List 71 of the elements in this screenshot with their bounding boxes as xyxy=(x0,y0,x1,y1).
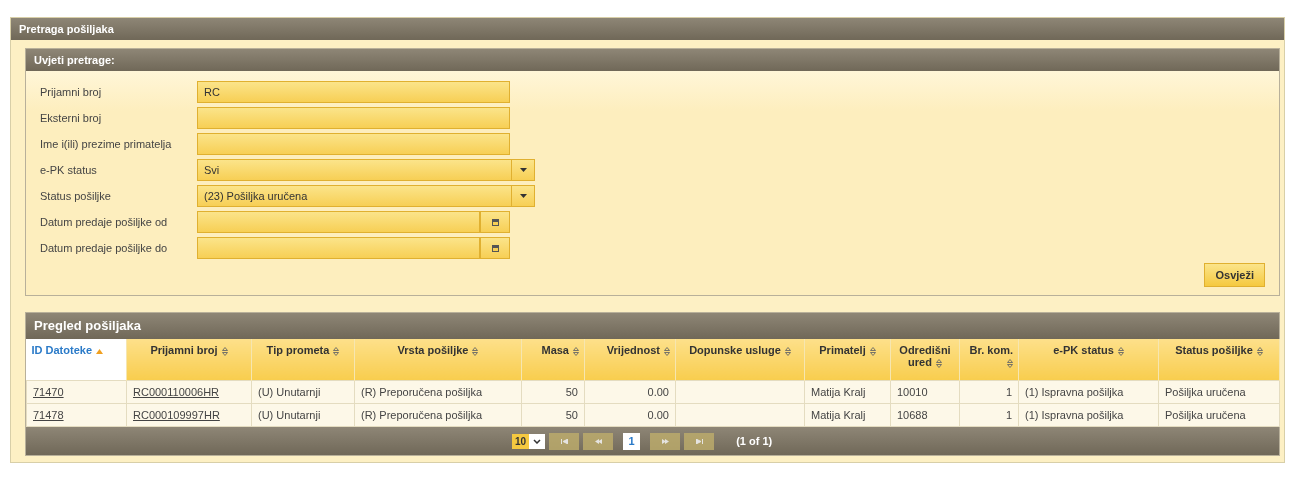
field-label: Datum predaje pošiljke od xyxy=(40,216,169,228)
field-label: Ime i(ili) prezime primatelja xyxy=(40,138,173,150)
row-link[interactable]: RC000110006HR xyxy=(133,386,220,398)
table-cell: 10010 xyxy=(890,380,960,404)
calendar-button[interactable] xyxy=(480,237,510,259)
sort-icon xyxy=(1007,358,1013,368)
table-cell: 1 xyxy=(959,380,1019,404)
page-summary: (1 of 1) xyxy=(736,435,773,447)
sort-icon xyxy=(333,346,340,356)
previous-page-icon xyxy=(594,438,602,444)
calendar-button[interactable] xyxy=(480,211,510,233)
table-cell: (1) Ispravna pošiljka xyxy=(1018,380,1159,404)
column-header[interactable]: Odredišni ured xyxy=(890,339,960,381)
field-label: Status pošiljke xyxy=(40,190,112,202)
column-header[interactable]: Dopunske usluge xyxy=(675,339,805,381)
row-link[interactable]: 71470 xyxy=(33,386,64,398)
column-header[interactable]: Prijamni broj xyxy=(126,339,252,381)
sort-icon xyxy=(869,346,876,356)
column-header[interactable]: Status pošiljke xyxy=(1158,339,1280,381)
sort-icon xyxy=(573,346,579,356)
column-header[interactable]: e-PK status xyxy=(1018,339,1159,381)
column-header[interactable]: Masa xyxy=(521,339,585,381)
sort-icon xyxy=(221,346,228,356)
sort-icon xyxy=(664,346,670,356)
row-link[interactable]: RC000109997HR xyxy=(133,409,220,421)
sort-icon xyxy=(472,346,479,356)
first-page-icon xyxy=(560,438,568,444)
input-field[interactable]: RC xyxy=(197,81,510,103)
dropdown[interactable]: Svi xyxy=(197,159,535,181)
criteria-title: Uvjeti pretrage: xyxy=(26,49,1279,71)
table-cell: (R) Preporučena pošiljka xyxy=(354,403,522,427)
table-cell: (R) Preporučena pošiljka xyxy=(354,380,522,404)
page-button[interactable]: 1 xyxy=(623,432,641,450)
column-header[interactable]: Vrsta pošiljke xyxy=(354,339,522,381)
field-label: Datum predaje pošiljke do xyxy=(40,242,169,254)
column-header[interactable]: ID Datoteke xyxy=(26,339,127,381)
column-header[interactable]: Tip prometa xyxy=(251,339,355,381)
sort-icon xyxy=(935,358,942,368)
table-cell: 50 xyxy=(521,380,585,404)
column-header[interactable]: Vrijednost xyxy=(584,339,676,381)
table-cell: Pošiljka uručena xyxy=(1158,380,1280,404)
next-page-icon xyxy=(661,438,669,444)
caret-icon xyxy=(519,168,527,172)
chevron-down-icon xyxy=(533,438,542,444)
field-label: e-PK status xyxy=(40,164,98,176)
calendar-icon xyxy=(491,244,499,252)
caret-icon xyxy=(519,194,527,198)
table-title: Pregled pošiljaka xyxy=(26,313,1279,339)
table-cell: 0.00 xyxy=(584,380,676,404)
row-link[interactable]: 71478 xyxy=(33,409,64,421)
field-label: Prijamni broj xyxy=(40,86,103,98)
refresh-button[interactable]: Osvježi xyxy=(1204,263,1265,287)
panel-title: Pretraga pošiljaka xyxy=(11,18,1284,40)
sort-icon xyxy=(784,346,791,356)
column-header[interactable]: Primatelj xyxy=(804,339,891,381)
table-cell: (U) Unutarnji xyxy=(251,380,355,404)
table-cell: (1) Ispravna pošiljka xyxy=(1018,403,1159,427)
column-header[interactable]: Br. kom. xyxy=(959,339,1019,381)
field-label: Eksterni broj xyxy=(40,112,103,124)
date-field[interactable] xyxy=(197,237,480,259)
date-field[interactable] xyxy=(197,211,480,233)
sort-ascending-icon xyxy=(96,348,104,354)
table-cell: Matija Kralj xyxy=(804,380,891,404)
input-field[interactable] xyxy=(197,133,510,155)
table-cell: Pošiljka uručena xyxy=(1158,403,1280,427)
input-field[interactable] xyxy=(197,107,510,129)
last-page-icon xyxy=(695,438,703,444)
sort-icon xyxy=(1117,346,1124,356)
sort-icon xyxy=(1256,346,1263,356)
calendar-icon xyxy=(491,218,499,226)
dropdown[interactable]: (23) Pošiljka uručena xyxy=(197,185,535,207)
